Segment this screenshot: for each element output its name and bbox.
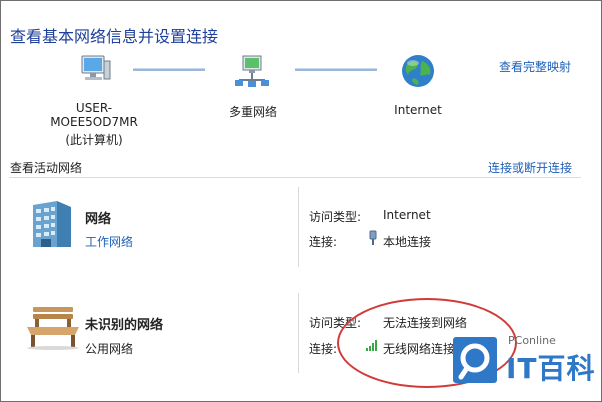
ethernet-plug-icon [369, 230, 377, 245]
internet-label: Internet [394, 103, 442, 117]
access-type-label: 访问类型: [309, 210, 362, 224]
map-connection-line [133, 68, 205, 71]
multiple-networks-icon [235, 55, 269, 87]
watermark-logo-box [453, 337, 497, 383]
park-bench-icon [27, 307, 79, 350]
computer-icon [81, 55, 111, 80]
network-center-window: 查看基本网络信息并设置连接 查看完整映射 USER-MOEE5OD7MR (此计… [0, 0, 602, 402]
computer-sub: (此计算机) [65, 133, 123, 147]
vertical-divider [298, 293, 299, 373]
network-type-link[interactable]: 工作网络 [85, 233, 133, 250]
internet-node[interactable]: Internet [385, 53, 451, 117]
connection-label: 连接: [309, 235, 338, 249]
vertical-divider [298, 187, 299, 267]
map-connection-line [295, 68, 377, 71]
connection-label: 连接: [309, 342, 338, 356]
building-network-icon [33, 201, 71, 247]
page-title: 查看基本网络信息并设置连接 [10, 27, 219, 46]
view-full-map-link[interactable]: 查看完整映射 [499, 58, 571, 75]
connect-disconnect-link[interactable]: 连接或断开连接 [488, 159, 572, 176]
section-divider [9, 177, 581, 178]
watermark-brand: PConline [508, 334, 556, 347]
globe-icon [402, 55, 434, 87]
watermark-title: IT百科 [506, 352, 596, 385]
network-type: 公用网络 [85, 342, 134, 356]
multiple-networks-label: 多重网络 [228, 105, 277, 119]
search-magnifier-icon [458, 343, 490, 380]
multiple-networks-node[interactable]: 多重网络 [215, 53, 291, 120]
active-networks-heading: 查看活动网络 [10, 161, 83, 175]
computer-name: USER-MOEE5OD7MR [50, 101, 138, 129]
network-name: 网络 [85, 212, 112, 227]
network-name: 未识别的网络 [85, 318, 164, 333]
local-connection-link[interactable]: 本地连接 [383, 233, 431, 250]
access-type-value: Internet [383, 208, 431, 222]
